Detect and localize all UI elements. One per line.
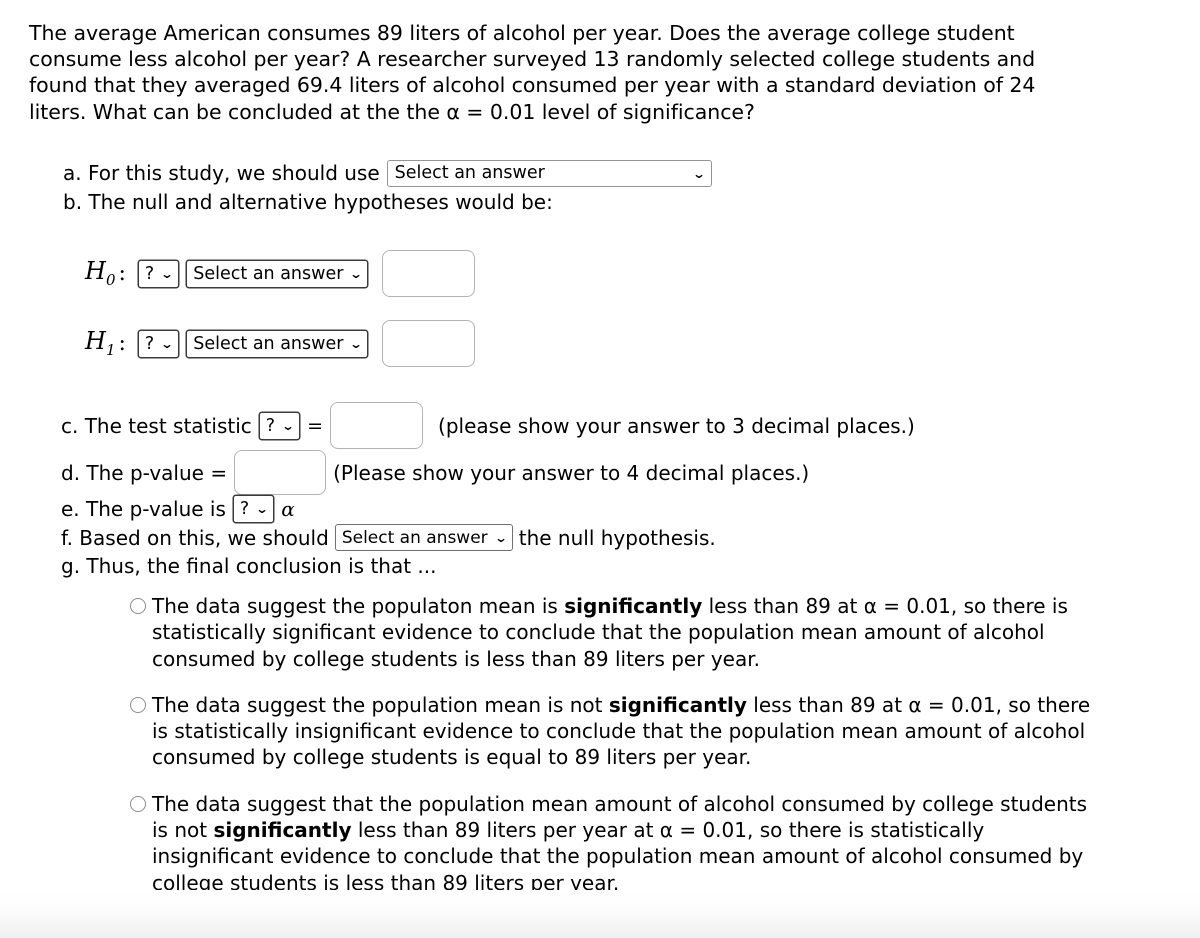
chevron-down-icon: ⌄ xyxy=(691,166,706,181)
part-a-label: a. For this study, we should use xyxy=(63,161,380,185)
conclusion-option-1-text: The data suggest the populaton mean is s… xyxy=(152,594,1068,671)
null-hypothesis-operator-select[interactable]: Select an answer ⌄ xyxy=(186,259,369,288)
part-e-label: e. The p-value is xyxy=(61,497,226,521)
chevron-down-icon: ⌄ xyxy=(160,266,175,281)
chevron-down-icon: ⌄ xyxy=(255,502,270,516)
part-d-hint: (Please show your answer to 4 decimal pl… xyxy=(333,460,810,485)
decision-select-value: Select an answer xyxy=(341,527,488,548)
part-f-row: f. Based on this, we should Select an an… xyxy=(61,524,716,551)
conclusion-option-2-text: The data suggest the population mean is … xyxy=(152,692,1091,770)
part-d-label: d. The p-value = xyxy=(61,460,228,485)
null-hypothesis-operator-value: Select an answer xyxy=(193,263,344,284)
hypothesis-row-null: H0 : ? ⌄ Select an answer ⌄ xyxy=(85,250,476,297)
conclusion-option-2[interactable]: The data suggest the population mean is … xyxy=(130,692,1107,771)
chevron-down-icon: ⌄ xyxy=(349,266,364,281)
hypothesis-row-alternative: H1 : ? ⌄ Select an answer ⌄ xyxy=(85,320,476,367)
chevron-down-icon: ⌄ xyxy=(281,418,295,433)
conclusion-option-3-text: The data suggest that the population mea… xyxy=(152,791,1088,895)
null-hypothesis-parameter-select[interactable]: ? ⌄ xyxy=(137,259,180,288)
alternative-hypothesis-colon: : xyxy=(118,331,126,356)
test-statistic-type-select[interactable]: ? ⌄ xyxy=(258,411,301,440)
null-hypothesis-colon: : xyxy=(118,261,126,286)
chevron-down-icon: ⌄ xyxy=(160,336,175,351)
part-f-label-before: f. Based on this, we should xyxy=(61,525,329,550)
radio-icon[interactable] xyxy=(130,696,146,713)
null-hypothesis-parameter-value: ? xyxy=(144,263,155,284)
alternative-hypothesis-parameter-select[interactable]: ? ⌄ xyxy=(137,329,180,358)
chevron-down-icon: ⌄ xyxy=(349,336,364,351)
alternative-hypothesis-operator-select[interactable]: Select an answer ⌄ xyxy=(186,329,369,358)
p-value-input[interactable] xyxy=(234,450,327,495)
problem-statement: The average American consumes 89 liters … xyxy=(29,21,1036,124)
part-c-label: c. The test statistic xyxy=(61,413,252,438)
part-a-row: a. For this study, we should use Select … xyxy=(63,160,712,187)
part-b-label: b. The null and alternative hypotheses w… xyxy=(63,190,553,214)
test-statistic-type-value: ? xyxy=(265,415,276,436)
p-value-comparison-value: ? xyxy=(239,499,250,519)
null-hypothesis-value-input[interactable] xyxy=(382,250,476,297)
alternative-hypothesis-label: H1 xyxy=(85,327,116,359)
null-hypothesis-label: H0 xyxy=(85,257,116,289)
conclusion-option-3[interactable]: The data suggest that the population mea… xyxy=(130,791,1102,896)
part-c-row: c. The test statistic ? ⌄ = (please show… xyxy=(61,402,915,449)
radio-icon[interactable] xyxy=(130,598,146,614)
alternative-hypothesis-operator-value: Select an answer xyxy=(193,333,344,354)
part-c-hint: (please show your answer to 3 decimal pl… xyxy=(438,413,915,438)
question-page: The average American consumes 89 liters … xyxy=(0,0,1200,938)
conclusion-options-group: The data suggest the populaton mean is s… xyxy=(130,593,1090,896)
chevron-down-icon: ⌄ xyxy=(493,530,508,545)
radio-icon[interactable] xyxy=(130,795,146,812)
part-d-row: d. The p-value = (Please show your answe… xyxy=(61,450,809,495)
page-bottom-fade xyxy=(0,890,1200,938)
part-f-label-after: the null hypothesis. xyxy=(518,525,716,550)
part-g-label: g. Thus, the final conclusion is that ..… xyxy=(61,554,437,578)
alternative-hypothesis-value-input[interactable] xyxy=(382,320,476,367)
alpha-symbol: α xyxy=(281,497,295,521)
study-type-select-value: Select an answer xyxy=(394,163,545,183)
test-statistic-input[interactable] xyxy=(330,402,424,449)
test-statistic-equals-sign: = xyxy=(307,414,324,437)
study-type-select[interactable]: Select an answer ⌄ xyxy=(386,160,712,187)
conclusion-option-1[interactable]: The data suggest the populaton mean is s… xyxy=(130,593,1072,672)
p-value-comparison-select[interactable]: ? ⌄ xyxy=(232,495,275,523)
decision-select[interactable]: Select an answer ⌄ xyxy=(334,524,513,551)
alternative-hypothesis-parameter-value: ? xyxy=(144,333,155,354)
part-e-row: e. The p-value is ? ⌄ α xyxy=(61,495,295,523)
